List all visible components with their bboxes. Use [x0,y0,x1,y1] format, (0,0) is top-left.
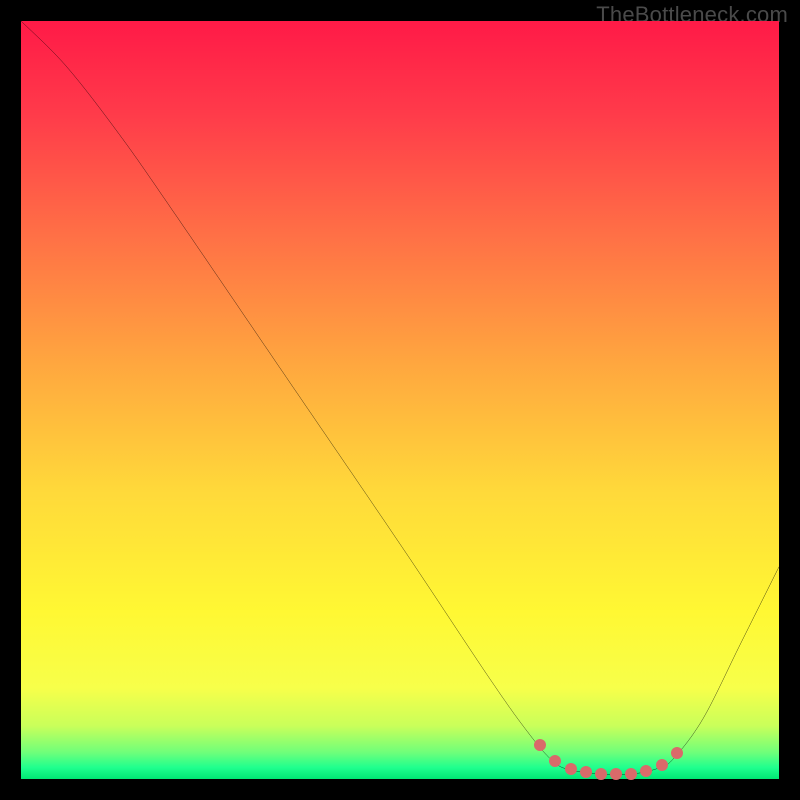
highlight-dot [534,739,546,751]
highlight-dots [21,21,779,779]
highlight-dot [595,768,607,780]
highlight-dot [656,759,668,771]
highlight-dot [640,765,652,777]
highlight-dot [565,763,577,775]
highlight-dot [610,768,622,780]
highlight-dot [625,768,637,780]
highlight-dot [549,755,561,767]
highlight-dot [671,747,683,759]
highlight-dot [580,766,592,778]
plot-area [21,21,779,779]
chart-stage: TheBottleneck.com [0,0,800,800]
